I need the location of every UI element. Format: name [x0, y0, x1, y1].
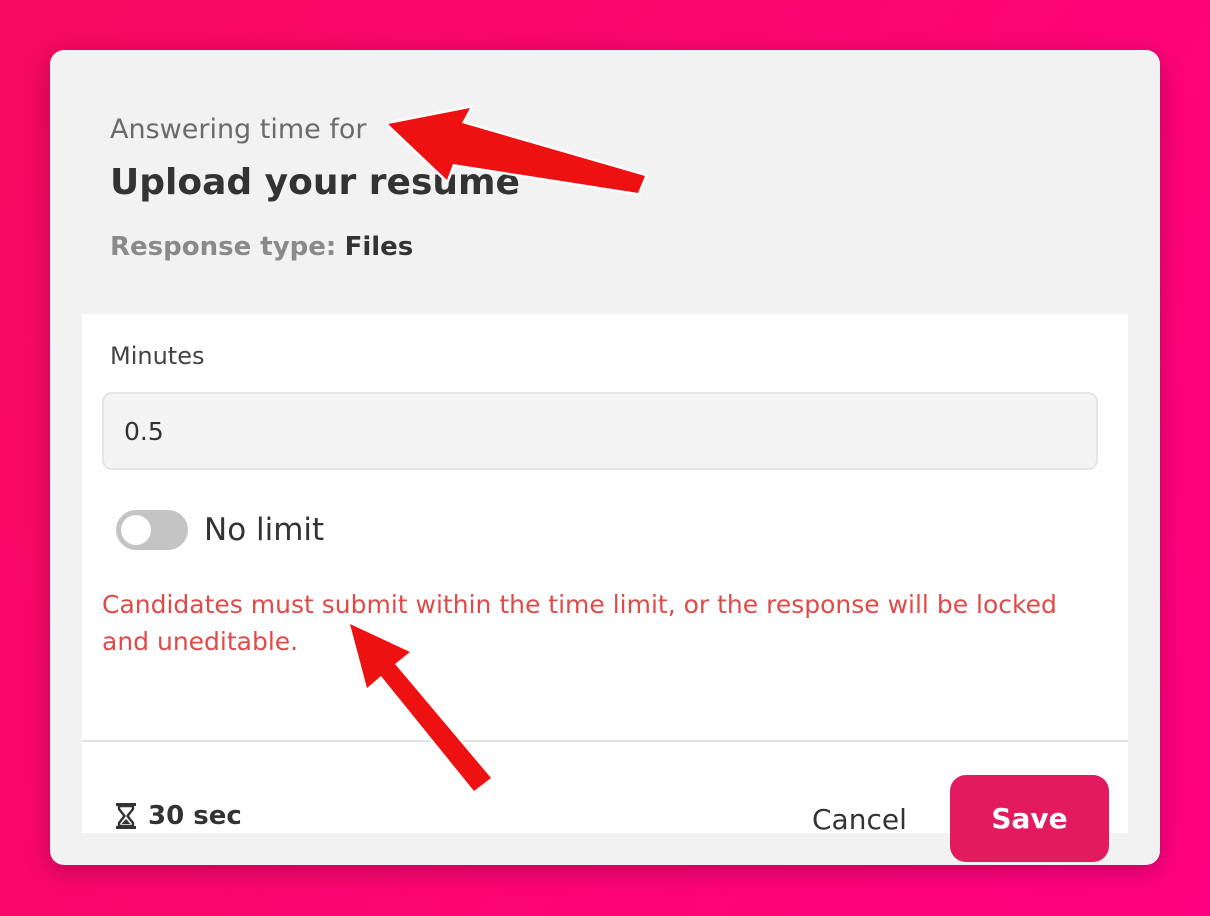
answering-time-modal: Answering time for Upload your resume Re…: [50, 50, 1160, 865]
modal-subtitle: Answering time for: [110, 114, 367, 145]
response-type-label: Response type:: [110, 232, 337, 262]
minutes-input[interactable]: [102, 392, 1098, 470]
footer-divider: [82, 740, 1128, 742]
modal-body: Minutes No limit Candidates must submit …: [82, 314, 1128, 862]
no-limit-toggle[interactable]: [116, 510, 188, 550]
timer-text: 30 sec: [148, 801, 242, 831]
minutes-label: Minutes: [110, 342, 205, 370]
toggle-knob: [121, 515, 151, 545]
cancel-button[interactable]: Cancel: [782, 794, 937, 844]
response-type: Response type: Files: [110, 232, 413, 262]
modal-header: Answering time for Upload your resume Re…: [50, 50, 1160, 314]
hourglass-icon: [114, 802, 138, 830]
time-limit-warning: Candidates must submit within the time l…: [102, 590, 1057, 656]
timer-summary: 30 sec: [114, 801, 242, 831]
save-button[interactable]: Save: [950, 775, 1109, 862]
question-title: Upload your resume: [110, 162, 520, 203]
no-limit-label: No limit: [204, 512, 325, 548]
no-limit-row: No limit: [116, 510, 324, 550]
response-type-value: Files: [344, 232, 414, 262]
